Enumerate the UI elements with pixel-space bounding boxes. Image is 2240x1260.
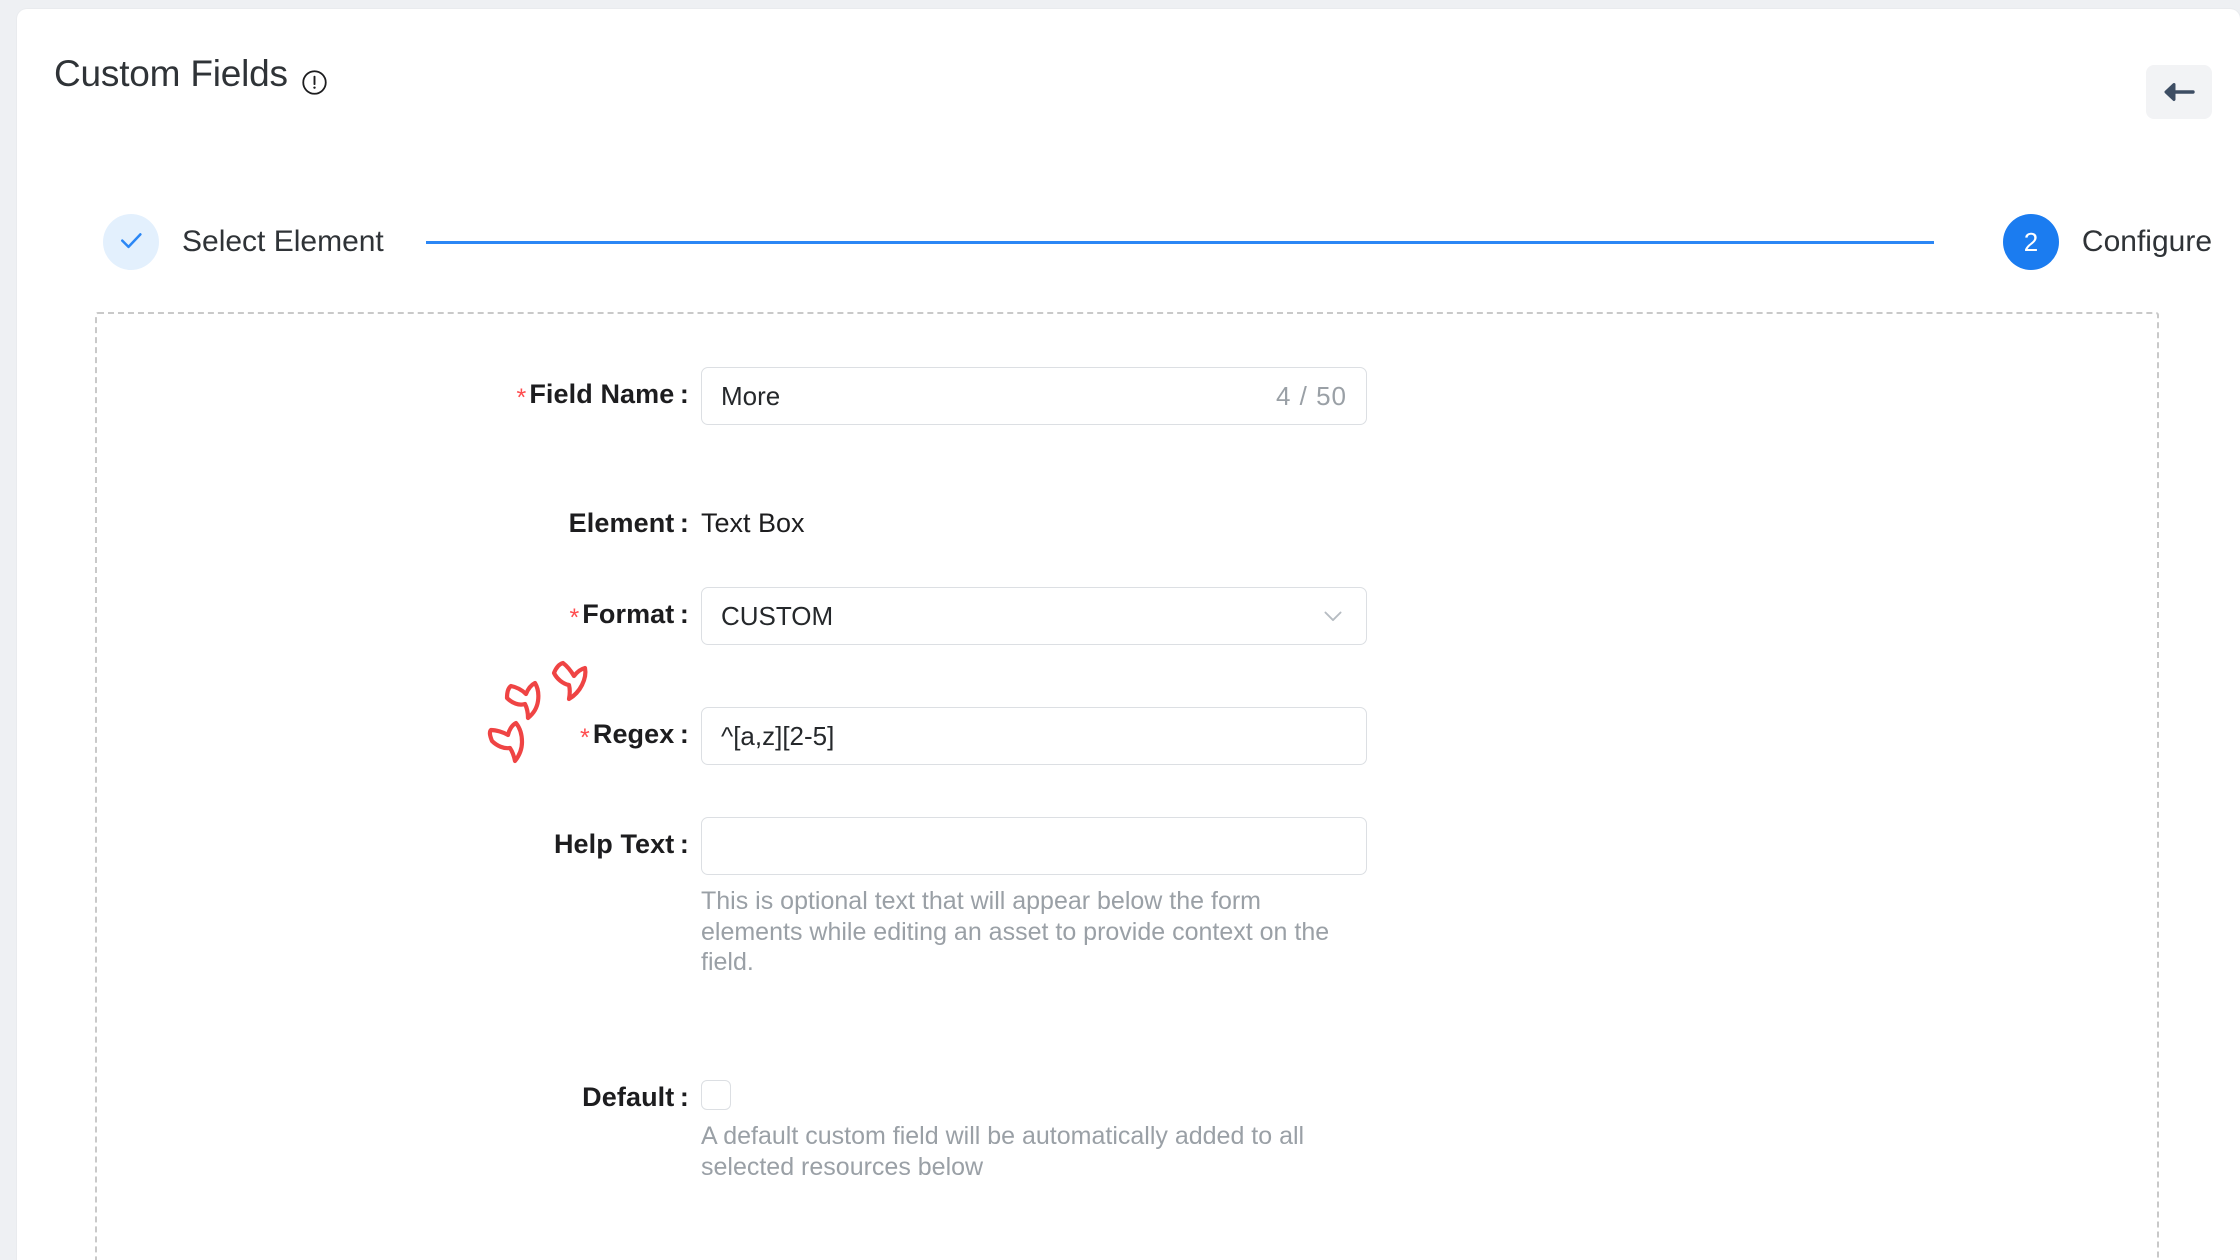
stepper: Select Element 2 Configure: [17, 214, 2240, 284]
stepper-step-configure[interactable]: 2 Configure: [2003, 214, 2212, 270]
help-text-hint: This is optional text that will appear b…: [701, 886, 1367, 978]
form-row-default: Default : A default custom field will be…: [431, 1070, 1367, 1182]
help-text-label-text: Help Text: [554, 829, 674, 859]
required-asterisk: *: [517, 384, 527, 412]
element-control: Text Box: [701, 496, 805, 539]
default-label-text: Default: [582, 1082, 674, 1112]
element-label: Element :: [431, 496, 689, 539]
format-label-text: Format: [582, 599, 674, 629]
default-hint: A default custom field will be automatic…: [701, 1121, 1367, 1182]
field-name-input[interactable]: More 4 / 50: [701, 367, 1367, 425]
page-title-text: Custom Fields: [54, 53, 288, 95]
default-control: A default custom field will be automatic…: [701, 1070, 1367, 1182]
stepper-step-2-label: Configure: [2082, 225, 2212, 259]
regex-input-value: ^[a,z][2-5]: [721, 721, 834, 752]
stepper-connector-line: [426, 241, 1934, 244]
stepper-step-2-marker: 2: [2003, 214, 2059, 270]
regex-label-text: Regex: [593, 719, 675, 749]
check-icon: [116, 225, 146, 260]
form-row-help-text: Help Text : This is optional text that w…: [431, 817, 1367, 978]
format-select-value: CUSTOM: [721, 601, 833, 632]
help-text-input[interactable]: [701, 817, 1367, 875]
main-card: Custom Fields: [17, 9, 2240, 1260]
back-button[interactable]: [2146, 65, 2212, 119]
help-text-control: This is optional text that will appear b…: [701, 817, 1367, 978]
format-label: *Format :: [431, 587, 689, 630]
field-name-control: More 4 / 50: [701, 367, 1367, 425]
format-control: CUSTOM: [701, 587, 1367, 645]
required-asterisk: *: [569, 604, 579, 632]
regex-label: *Regex :: [431, 707, 689, 750]
form-row-field-name: *Field Name : More 4 / 50: [431, 367, 1367, 425]
help-text-label: Help Text :: [431, 817, 689, 860]
field-name-label-text: Field Name: [529, 379, 674, 409]
field-name-label: *Field Name :: [431, 367, 689, 410]
field-name-input-value: More: [721, 381, 780, 412]
form-row-element: Element : Text Box: [431, 496, 805, 539]
chevron-down-icon: [1319, 602, 1347, 630]
form-row-format: *Format : CUSTOM: [431, 587, 1367, 645]
form-row-regex: *Regex : ^[a,z][2-5]: [431, 707, 1367, 765]
stepper-step-1-label: Select Element: [182, 225, 384, 259]
default-label: Default :: [431, 1070, 689, 1113]
page-root: Custom Fields: [0, 0, 2240, 1260]
default-checkbox[interactable]: [701, 1080, 731, 1110]
format-select[interactable]: CUSTOM: [701, 587, 1367, 645]
page-header: Custom Fields: [17, 9, 2240, 149]
element-label-text: Element: [569, 508, 675, 538]
element-value: Text Box: [701, 496, 805, 539]
regex-control: ^[a,z][2-5]: [701, 707, 1367, 765]
arrow-left-icon: [2162, 79, 2196, 105]
stepper-step-1-marker: [103, 214, 159, 270]
page-title: Custom Fields: [54, 53, 328, 95]
regex-input[interactable]: ^[a,z][2-5]: [701, 707, 1367, 765]
field-name-char-counter: 4 / 50: [1276, 381, 1347, 412]
exclamation-circle-icon[interactable]: [301, 63, 328, 90]
required-asterisk: *: [580, 724, 590, 752]
stepper-step-select-element[interactable]: Select Element: [103, 214, 384, 270]
